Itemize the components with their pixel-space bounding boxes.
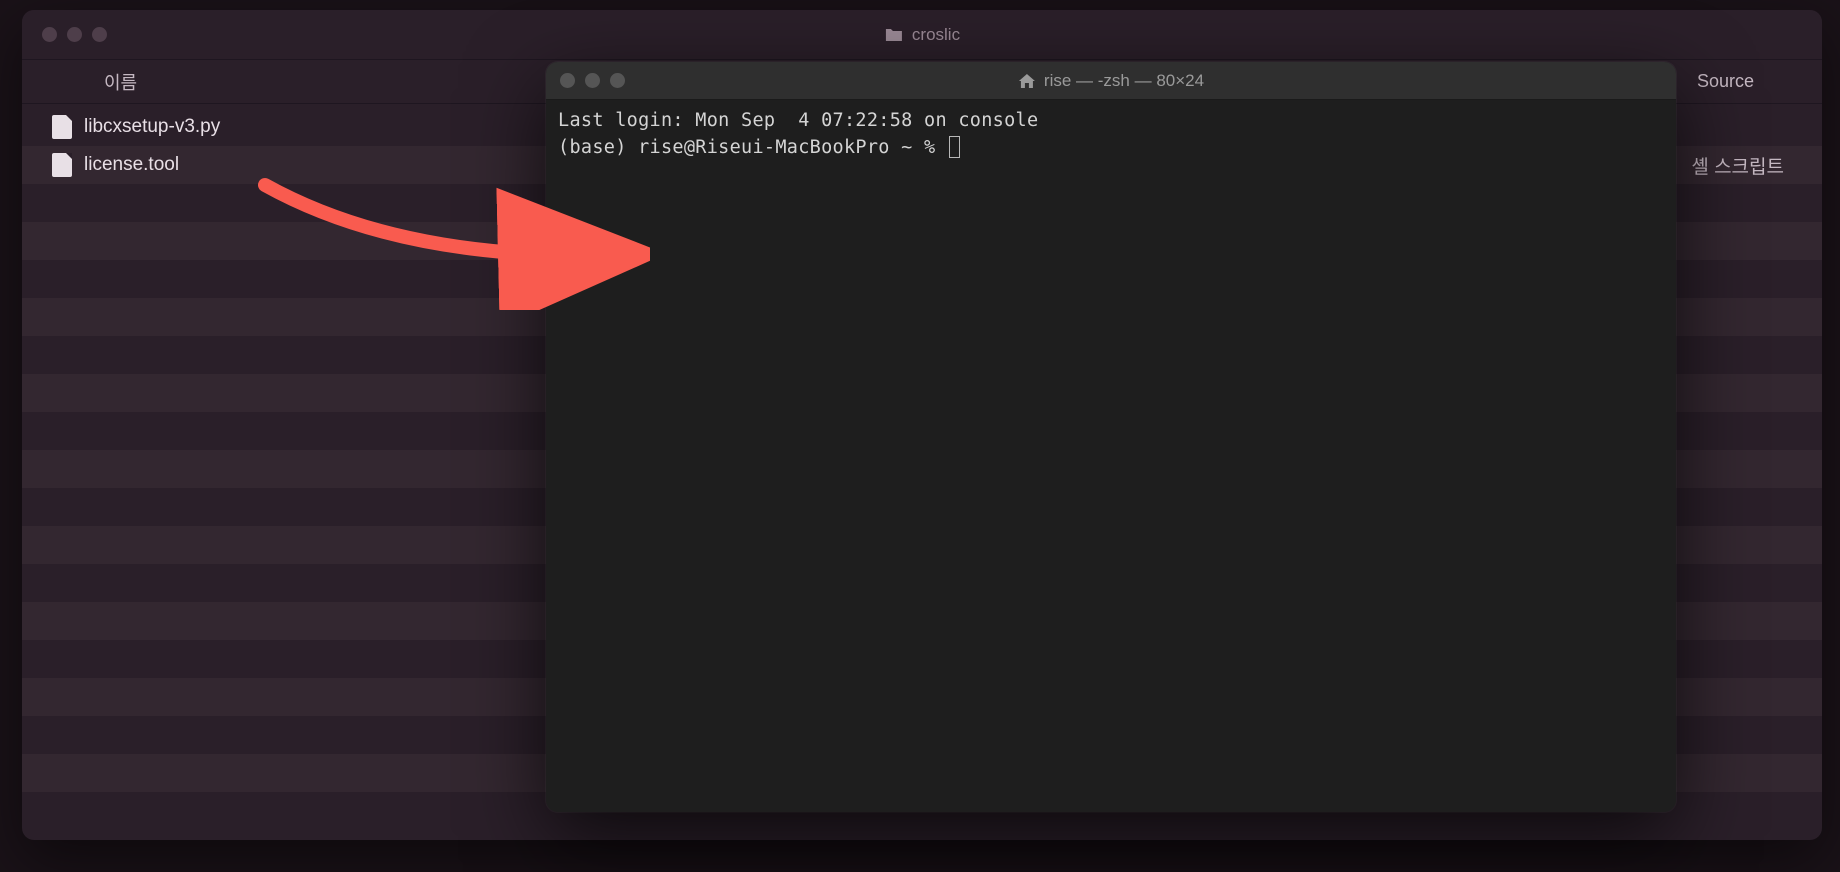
terminal-prompt: (base) rise@Riseui-MacBookPro ~ %: [558, 137, 947, 158]
finder-title: croslic: [884, 25, 960, 45]
terminal-title: rise — -zsh — 80×24: [1018, 71, 1204, 91]
terminal-output-line: Last login: Mon Sep 4 07:22:58 on consol…: [558, 108, 1664, 135]
terminal-cursor: [949, 136, 960, 158]
column-header-name[interactable]: 이름: [52, 69, 137, 95]
file-kind: 셸 스크립트: [1691, 152, 1792, 179]
terminal-traffic-lights: [560, 73, 625, 88]
maximize-button[interactable]: [92, 27, 107, 42]
file-name: libcxsetup-v3.py: [84, 116, 220, 138]
terminal-body[interactable]: Last login: Mon Sep 4 07:22:58 on consol…: [546, 100, 1676, 170]
finder-titlebar[interactable]: croslic: [22, 10, 1822, 60]
minimize-button[interactable]: [585, 73, 600, 88]
finder-traffic-lights: [42, 27, 107, 42]
close-button[interactable]: [42, 27, 57, 42]
document-icon: [52, 153, 72, 177]
folder-icon: [884, 27, 904, 43]
close-button[interactable]: [560, 73, 575, 88]
file-name: license.tool: [84, 154, 179, 176]
terminal-titlebar[interactable]: rise — -zsh — 80×24: [546, 62, 1676, 100]
column-header-source[interactable]: Source: [1667, 71, 1784, 92]
terminal-window: rise — -zsh — 80×24 Last login: Mon Sep …: [546, 62, 1676, 812]
terminal-title-text: rise — -zsh — 80×24: [1044, 71, 1204, 91]
terminal-prompt-line: (base) rise@Riseui-MacBookPro ~ %: [558, 135, 1664, 162]
document-icon: [52, 115, 72, 139]
finder-title-text: croslic: [912, 25, 960, 45]
maximize-button[interactable]: [610, 73, 625, 88]
minimize-button[interactable]: [67, 27, 82, 42]
home-icon: [1018, 73, 1036, 89]
